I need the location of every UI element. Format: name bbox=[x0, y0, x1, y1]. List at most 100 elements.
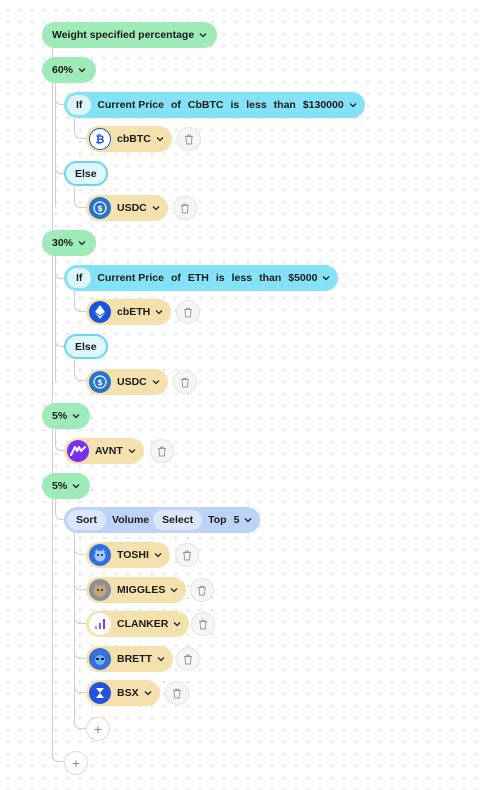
sort-metric[interactable]: Volume bbox=[112, 514, 149, 526]
token-name: cbETH bbox=[117, 306, 151, 318]
condition-is: is bbox=[215, 272, 225, 284]
chevron-down-icon bbox=[156, 135, 164, 143]
delete-button[interactable] bbox=[173, 196, 197, 220]
sorted-token-item[interactable]: BSX bbox=[86, 680, 160, 706]
else-label: Else bbox=[75, 167, 97, 180]
chevron-down-icon bbox=[154, 551, 162, 559]
group2-if-condition[interactable]: If Current Price of ETH is less than $50… bbox=[64, 265, 339, 291]
delete-button[interactable] bbox=[191, 612, 215, 636]
chevron-down-icon bbox=[349, 101, 357, 109]
group2-then-token[interactable]: cbETH bbox=[86, 299, 172, 325]
add-group-button[interactable]: + bbox=[64, 751, 88, 775]
condition-value[interactable]: $130000 bbox=[303, 99, 344, 111]
else-label: Else bbox=[75, 340, 97, 353]
chevron-down-icon bbox=[144, 689, 152, 697]
chevron-down-icon bbox=[199, 31, 207, 39]
group4-token-connector-line bbox=[74, 533, 75, 723]
token-name: BRETT bbox=[117, 653, 152, 665]
group2-weight-value: 30% bbox=[52, 237, 74, 249]
trash-icon bbox=[184, 654, 192, 664]
add-token-button[interactable]: + bbox=[86, 717, 110, 741]
condition-asset[interactable]: CbBTC bbox=[188, 99, 224, 111]
group2-else-branch[interactable]: Else bbox=[64, 334, 108, 359]
plus-icon: + bbox=[71, 755, 81, 771]
delete-button[interactable] bbox=[175, 543, 199, 567]
chevron-down-icon bbox=[72, 412, 80, 420]
condition-of: of bbox=[170, 99, 181, 111]
clanker-icon bbox=[89, 613, 111, 635]
delete-button[interactable] bbox=[165, 681, 189, 705]
sorted-token-item[interactable]: CLANKER bbox=[86, 611, 190, 637]
group3-weight-dropdown[interactable]: 5% bbox=[42, 403, 91, 429]
delete-button[interactable] bbox=[177, 127, 201, 151]
group4-weight-dropdown[interactable]: 5% bbox=[42, 473, 91, 499]
sorted-token-item[interactable]: BRETT bbox=[86, 646, 173, 672]
trash-icon bbox=[181, 203, 189, 213]
condition-value[interactable]: $5000 bbox=[288, 272, 317, 284]
condition-subject[interactable]: Current Price bbox=[97, 99, 164, 111]
group2-else-token[interactable]: $ USDC bbox=[86, 369, 168, 395]
trash-icon bbox=[158, 446, 166, 456]
group4-add-elbow bbox=[74, 713, 86, 729]
cbbtc-icon: ₿ bbox=[89, 128, 111, 150]
group1-weight-dropdown[interactable]: 60% bbox=[42, 57, 97, 83]
group4-sort-filter[interactable]: Sort Volume Select Top 5 bbox=[64, 507, 261, 533]
condition-is: is bbox=[230, 99, 240, 111]
bsx-icon bbox=[89, 682, 111, 704]
svg-text:$: $ bbox=[97, 378, 103, 387]
chevron-down-icon bbox=[170, 586, 178, 594]
select-tag: Select bbox=[153, 510, 203, 530]
root-add-connector bbox=[52, 740, 64, 762]
toshi-icon bbox=[89, 544, 111, 566]
group1-else-branch[interactable]: Else bbox=[64, 161, 108, 186]
condition-of: of bbox=[170, 272, 181, 284]
trash-icon bbox=[185, 134, 193, 144]
trash-icon bbox=[199, 619, 207, 629]
weight-method-label: Weight specified percentage bbox=[52, 29, 195, 41]
condition-asset[interactable]: ETH bbox=[188, 272, 209, 284]
usdc-icon: $ bbox=[89, 197, 111, 219]
token-name: CLANKER bbox=[117, 618, 169, 630]
select-count[interactable]: 5 bbox=[234, 514, 240, 526]
svg-text:$: $ bbox=[97, 204, 103, 213]
token-name: USDC bbox=[117, 202, 147, 214]
group1-if-condition[interactable]: If Current Price of CbBTC is less than $… bbox=[64, 92, 365, 118]
condition-comparator[interactable]: less bbox=[246, 99, 266, 111]
chevron-down-icon bbox=[322, 274, 330, 282]
sorted-token-item[interactable]: TOSHI bbox=[86, 542, 170, 568]
group4-weight-value: 5% bbox=[52, 480, 68, 492]
condition-comparator[interactable]: less bbox=[232, 272, 252, 284]
group1-else-token[interactable]: $ USDC bbox=[86, 195, 168, 221]
chevron-down-icon bbox=[128, 447, 136, 455]
delete-button[interactable] bbox=[176, 300, 200, 324]
token-name: BSX bbox=[117, 687, 139, 699]
delete-button[interactable] bbox=[190, 578, 214, 602]
chevron-down-icon bbox=[244, 516, 252, 524]
avnt-icon bbox=[67, 440, 89, 462]
condition-subject[interactable]: Current Price bbox=[97, 272, 164, 284]
group2-weight-dropdown[interactable]: 30% bbox=[42, 230, 97, 256]
trash-icon bbox=[184, 307, 192, 317]
select-top[interactable]: Top bbox=[208, 514, 226, 526]
usdc-icon: $ bbox=[89, 371, 111, 393]
brett-icon bbox=[89, 648, 111, 670]
group1-then-token[interactable]: ₿ cbBTC bbox=[86, 126, 172, 152]
trash-icon bbox=[183, 550, 191, 560]
chevron-down-icon bbox=[78, 66, 86, 74]
condition-than: than bbox=[259, 272, 282, 284]
group3-token[interactable]: AVNT bbox=[64, 438, 144, 464]
token-name: USDC bbox=[117, 376, 147, 388]
chevron-down-icon bbox=[152, 204, 160, 212]
trash-icon bbox=[198, 585, 206, 595]
sorted-token-item[interactable]: MIGGLES bbox=[86, 577, 187, 603]
delete-button[interactable] bbox=[173, 370, 197, 394]
chevron-down-icon bbox=[157, 655, 165, 663]
weight-method-dropdown[interactable]: Weight specified percentage bbox=[42, 22, 218, 48]
delete-button[interactable] bbox=[176, 647, 200, 671]
miggles-icon bbox=[89, 579, 111, 601]
token-name: AVNT bbox=[95, 445, 123, 457]
svg-text:₿: ₿ bbox=[96, 133, 105, 146]
delete-button[interactable] bbox=[150, 439, 174, 463]
group1-weight-value: 60% bbox=[52, 64, 74, 76]
group3-weight-value: 5% bbox=[52, 410, 68, 422]
